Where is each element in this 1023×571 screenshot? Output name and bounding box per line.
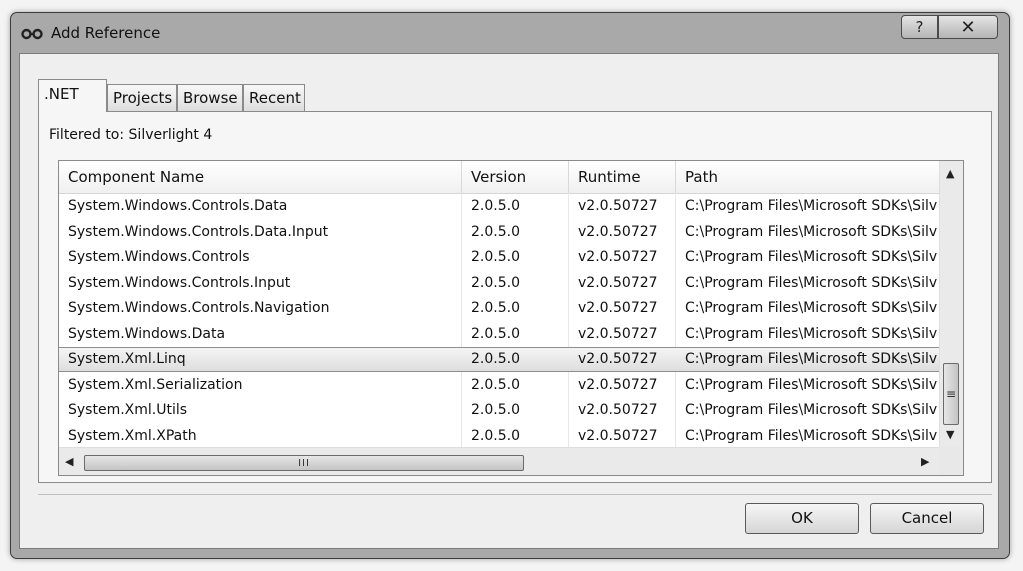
divider (38, 494, 992, 495)
runtime-cell: v2.0.50727 (578, 300, 658, 316)
component-name-cell: System.Windows.Controls.Input (68, 274, 291, 291)
runtime-cell: v2.0.50727 (578, 198, 658, 214)
filter-label: Filtered to: Silverlight 4 (49, 127, 213, 143)
table-row[interactable]: System.Windows.Controls.Data.Input 2.0.5… (59, 220, 939, 245)
table-row[interactable]: System.Windows.Controls.Navigation 2.0.5… (59, 296, 939, 321)
grip-icon: ≡ (945, 387, 957, 401)
component-list[interactable]: Component Name Version Runtime Path Syst… (58, 160, 964, 476)
path-cell: C:\Program Files\Microsoft SDKs\Silv (685, 402, 938, 418)
component-name-cell: System.Windows.Data (68, 325, 226, 342)
path-cell: C:\Program Files\Microsoft SDKs\Silv (685, 274, 938, 291)
tab-browse[interactable]: Browse (177, 84, 243, 112)
runtime-cell: v2.0.50727 (578, 274, 658, 291)
list-header: Component Name Version Runtime Path (59, 161, 939, 194)
close-icon: ✕ (960, 16, 976, 38)
close-button[interactable]: ✕ (938, 15, 998, 39)
version-cell: 2.0.5.0 (471, 198, 520, 214)
add-reference-dialog: Add Reference ? ✕ .NET Projects Browse R… (10, 12, 1010, 559)
table-row[interactable]: System.Xml.Serialization 2.0.5.0 v2.0.50… (59, 373, 939, 398)
component-name-cell: System.Windows.Controls.Navigation (68, 300, 330, 316)
table-row[interactable]: System.Windows.Controls.Data 2.0.5.0 v2.… (59, 194, 939, 219)
title-bar[interactable]: Add Reference ? ✕ (11, 13, 1009, 53)
column-header-version[interactable]: Version (462, 161, 569, 193)
vertical-scroll-thumb[interactable]: ≡ (943, 363, 959, 425)
path-cell: C:\Program Files\Microsoft SDKs\Silv (685, 427, 938, 444)
runtime-cell: v2.0.50727 (578, 325, 658, 342)
tab-projects[interactable]: Projects (107, 84, 177, 112)
runtime-cell: v2.0.50727 (578, 249, 658, 265)
vertical-scrollbar[interactable]: ▲ ≡ ▼ (939, 161, 963, 447)
component-name-cell: System.Xml.Linq (68, 351, 186, 367)
path-cell: C:\Program Files\Microsoft SDKs\Silv (685, 223, 938, 240)
component-name-cell: System.Xml.Utils (68, 402, 188, 418)
table-row[interactable]: System.Xml.XPath 2.0.5.0 v2.0.50727 C:\P… (59, 424, 939, 449)
path-cell: C:\Program Files\Microsoft SDKs\Silv (685, 351, 938, 367)
path-cell: C:\Program Files\Microsoft SDKs\Silv (685, 300, 938, 316)
ok-button[interactable]: OK (745, 503, 859, 534)
version-cell: 2.0.5.0 (471, 402, 520, 418)
scroll-up-icon[interactable]: ▲ (946, 167, 954, 180)
table-row-selected[interactable]: System.Xml.Linq 2.0.5.0 v2.0.50727 C:\Pr… (59, 347, 939, 372)
cancel-button[interactable]: Cancel (870, 503, 984, 534)
help-button[interactable]: ? (901, 15, 938, 39)
runtime-cell: v2.0.50727 (578, 351, 658, 367)
scrollbar-corner (939, 447, 963, 475)
version-cell: 2.0.5.0 (471, 300, 520, 316)
help-icon: ? (915, 18, 924, 36)
component-name-cell: System.Xml.XPath (68, 427, 197, 444)
runtime-cell: v2.0.50727 (578, 223, 658, 240)
version-cell: 2.0.5.0 (471, 274, 520, 291)
scroll-left-icon[interactable]: ◀ (65, 455, 73, 468)
runtime-cell: v2.0.50727 (578, 427, 658, 444)
glasses-icon (21, 28, 43, 40)
table-row[interactable]: System.Windows.Controls.Input 2.0.5.0 v2… (59, 271, 939, 296)
runtime-cell: v2.0.50727 (578, 376, 658, 393)
horizontal-scroll-thumb[interactable]: III (84, 455, 524, 471)
table-row[interactable]: System.Xml.Utils 2.0.5.0 v2.0.50727 C:\P… (59, 398, 939, 423)
grip-icon: III (298, 457, 310, 469)
path-cell: C:\Program Files\Microsoft SDKs\Silv (685, 249, 938, 265)
version-cell: 2.0.5.0 (471, 376, 520, 393)
scroll-down-icon[interactable]: ▼ (946, 428, 954, 441)
dialog-body: .NET Projects Browse Recent Filtered to:… (19, 53, 999, 549)
path-cell: C:\Program Files\Microsoft SDKs\Silv (685, 325, 938, 342)
version-cell: 2.0.5.0 (471, 223, 520, 240)
version-cell: 2.0.5.0 (471, 427, 520, 444)
version-cell: 2.0.5.0 (471, 249, 520, 265)
scroll-right-icon[interactable]: ▶ (921, 455, 929, 468)
runtime-cell: v2.0.50727 (578, 402, 658, 418)
version-cell: 2.0.5.0 (471, 351, 520, 367)
path-cell: C:\Program Files\Microsoft SDKs\Silv (685, 198, 938, 214)
tab-recent[interactable]: Recent (243, 84, 305, 112)
horizontal-scrollbar[interactable]: ◀ III ▶ (59, 447, 939, 475)
table-row[interactable]: System.Windows.Data 2.0.5.0 v2.0.50727 C… (59, 322, 939, 347)
column-header-runtime[interactable]: Runtime (569, 161, 676, 193)
window-title: Add Reference (51, 24, 161, 42)
path-cell: C:\Program Files\Microsoft SDKs\Silv (685, 376, 938, 393)
table-row[interactable]: System.Windows.Controls 2.0.5.0 v2.0.507… (59, 245, 939, 270)
tab-dotnet[interactable]: .NET (38, 79, 107, 112)
version-cell: 2.0.5.0 (471, 325, 520, 342)
component-name-cell: System.Windows.Controls.Data.Input (68, 223, 329, 240)
column-header-component-name[interactable]: Component Name (59, 161, 462, 193)
component-name-cell: System.Windows.Controls (68, 249, 250, 265)
component-name-cell: System.Xml.Serialization (68, 376, 243, 393)
column-header-path[interactable]: Path (676, 161, 939, 193)
component-name-cell: System.Windows.Controls.Data (68, 198, 288, 214)
